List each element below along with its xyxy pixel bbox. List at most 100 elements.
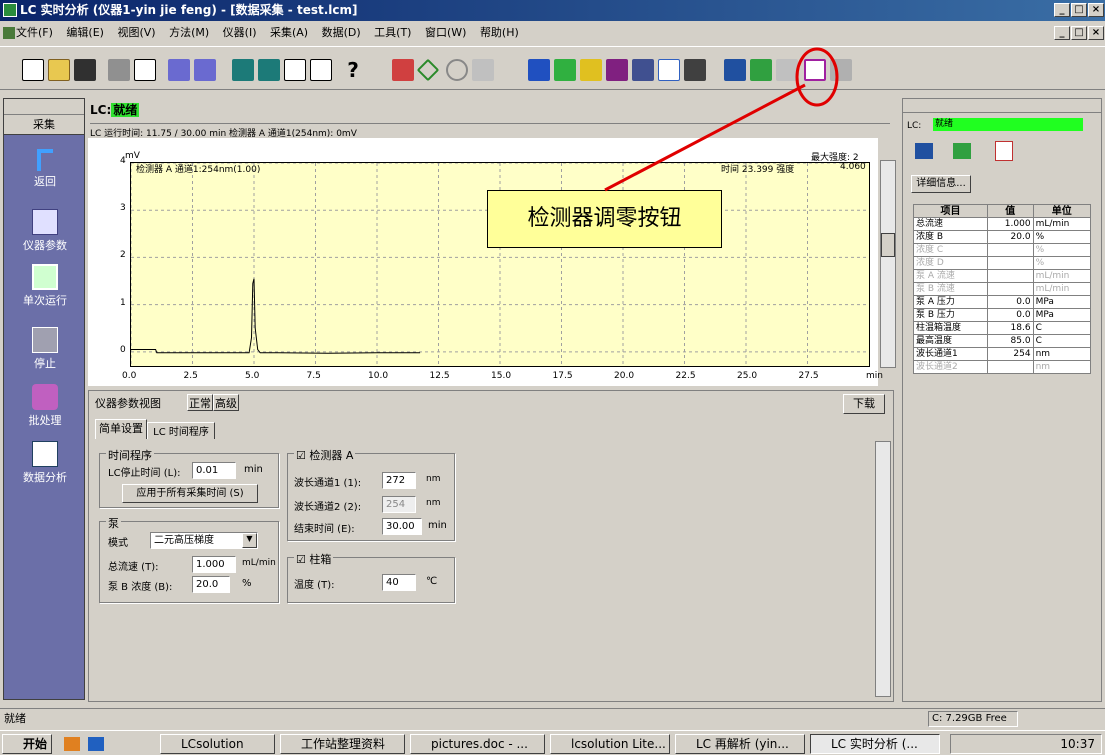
child-maximize-button[interactable]: □ [1071,26,1087,40]
table-row: 泵 B 压力 0.0 MPa [912,308,1092,322]
print-preview-icon[interactable] [134,59,156,81]
table-cell-item: 泵 B 流速 [912,282,989,296]
table-cell-value [987,243,1034,257]
task-workstation[interactable]: 工作站整理资料 [280,734,405,754]
right-lc-label: LC: [907,121,922,131]
wl2-input[interactable]: 254 [382,496,416,513]
stop-run-icon[interactable] [446,59,468,81]
tool4-icon[interactable] [606,59,628,81]
layout1-icon[interactable] [232,59,254,81]
tool6-icon[interactable] [658,59,680,81]
wizard2-icon[interactable] [194,59,216,81]
panel-scrollbar[interactable] [875,441,891,697]
stop-time-input[interactable]: 0.01 [192,462,236,479]
sidebar-header [4,99,84,115]
instrument-icon[interactable] [953,143,971,159]
x-tick-label: 17.5 [552,371,573,381]
layout3-icon[interactable] [284,59,306,81]
chart-scrollbar[interactable] [880,160,896,368]
download-button[interactable]: 下载 [843,394,885,414]
print-icon[interactable] [108,59,130,81]
task-lc-reanalysis[interactable]: LC 再解析 (yin... [675,734,805,754]
instrument-status-icon[interactable] [724,59,746,81]
tab-simple-settings[interactable]: 简单设置 [95,419,147,439]
task-lcsolution[interactable]: LCsolution [160,734,275,754]
tool1-icon[interactable] [528,59,550,81]
help-icon[interactable]: ? [342,59,364,81]
task-pictures-doc[interactable]: pictures.doc - ... [410,734,545,754]
menu-method[interactable]: 方法(M) [169,26,209,39]
menu-data[interactable]: 数据(D) [322,26,361,39]
mode-normal-button[interactable]: 正常 [187,394,213,411]
menu-file[interactable]: 文件(F) [16,26,53,39]
minimize-button[interactable]: _ [1054,3,1070,17]
y-axis-label: mV [125,151,140,161]
tool7-icon[interactable] [684,59,706,81]
temperature-icon[interactable] [995,141,1013,161]
layout2-icon[interactable] [258,59,280,81]
chevron-down-icon[interactable]: ▼ [242,533,257,548]
params-view-toggle[interactable]: 仪器参数视图 [95,395,161,411]
apply-all-button[interactable]: 应用于所有采集时间 (S) [122,484,258,503]
sidebar-item-data-analysis[interactable]: 数据分析 [4,441,86,485]
oven-group: ☑ 柱箱 温度 (T): 40 ℃ [287,551,455,603]
sidebar-item-label: 仪器参数 [23,239,67,252]
new-file-icon[interactable] [22,59,44,81]
x-tick-label: 22.5 [675,371,696,381]
menu-help[interactable]: 帮助(H) [480,26,519,39]
detector-group-title[interactable]: ☑ 检测器 A [294,447,356,463]
menu-window[interactable]: 窗口(W) [425,26,466,39]
save-icon[interactable] [74,59,96,81]
menu-instrument[interactable]: 仪器(I) [223,26,257,39]
task-lc-realtime[interactable]: LC 实时分析 (... [810,734,940,754]
sidebar-item-back[interactable]: 返回 [4,149,86,189]
col-value-header: 值 [987,204,1034,218]
maximize-button[interactable]: □ [1071,3,1087,17]
task-lcsolution-lite[interactable]: lcsolution Lite... [550,734,670,754]
export-icon[interactable] [472,59,494,81]
table-cell-unit: nm [1032,347,1092,361]
conc-input[interactable]: 20.0 [192,576,230,593]
chart-tool-icon[interactable] [392,59,414,81]
menu-view[interactable]: 视图(V) [117,26,155,39]
status-table: 项目 值 单位 总流速 1.000 mL/min 浓度 B 20.0% 浓度 C% 浓度 D… [912,204,1092,374]
sidebar-item-stop[interactable]: 停止 [4,327,86,371]
table-cell-item: 浓度 D [912,256,989,270]
sidebar-item-batch[interactable]: 批处理 [4,384,86,428]
wizard-icon[interactable] [168,59,190,81]
monitor-icon[interactable] [915,143,933,159]
wl1-input[interactable]: 272 [382,472,416,489]
start-run-icon[interactable] [416,58,440,82]
quicklaunch-icons[interactable] [64,737,144,751]
mode-advanced-button[interactable]: 高级 [213,394,239,411]
tool5-icon[interactable] [632,59,654,81]
temp-input[interactable]: 40 [382,574,416,591]
menu-acquire[interactable]: 采集(A) [270,26,308,39]
instrument-monitor-icon[interactable] [750,59,772,81]
open-folder-icon[interactable] [48,59,70,81]
tool2-icon[interactable] [554,59,576,81]
end-time-input[interactable]: 30.00 [382,518,422,535]
resize-icon[interactable] [310,59,332,81]
tool3-icon[interactable] [580,59,602,81]
x-tick-label: 7.5 [306,371,321,381]
start-button[interactable]: 开始 [2,734,52,754]
child-close-button[interactable]: × [1088,26,1104,40]
menu-edit[interactable]: 编辑(E) [66,26,104,39]
stop-time-label: LC停止时间 (L): [108,468,181,479]
detail-info-button[interactable]: 详细信息... [911,175,971,193]
scroll-thumb[interactable] [881,233,895,257]
flow-input[interactable]: 1.000 [192,556,236,573]
table-row: 浓度 B 20.0% [912,230,1092,244]
sidebar-item-instrument-params[interactable]: 仪器参数 [4,209,86,253]
oven-group-title[interactable]: ☑ 柱箱 [294,551,334,567]
close-button[interactable]: × [1088,3,1104,17]
instrument-params-panel: 仪器参数视图 正常 高级 下载 简单设置 LC 时间程序 时间程序 LC停止时间… [88,390,894,702]
sidebar-item-single-run[interactable]: 单次运行 [4,264,86,308]
child-minimize-button[interactable]: _ [1054,26,1070,40]
table-row: 最高温度 85.0 C [912,334,1092,348]
sidebar-tab[interactable]: 采集 [4,115,84,135]
menu-tools[interactable]: 工具(T) [374,26,411,39]
table-row: 柱温箱温度 18.6 C [912,321,1092,335]
tab-lc-time-program[interactable]: LC 时间程序 [147,422,215,439]
